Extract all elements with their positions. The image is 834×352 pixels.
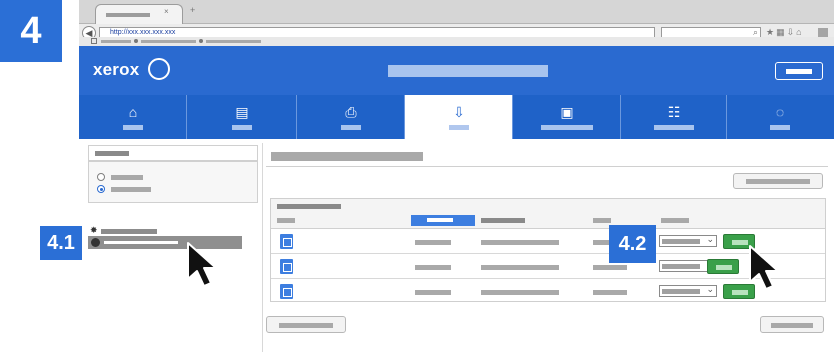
- xerox-logo-mark-icon: [148, 58, 170, 80]
- divider: [266, 166, 828, 167]
- mouse-cursor-icon: [749, 245, 779, 290]
- tab-home[interactable]: ⌂: [79, 95, 187, 139]
- device-title: [388, 65, 548, 77]
- button-label: [746, 179, 810, 184]
- panel-heading: [95, 151, 129, 156]
- panel-options: [88, 161, 258, 203]
- properties-icon: ☷: [667, 104, 681, 120]
- bookmark-icon[interactable]: [91, 38, 97, 44]
- gear-icon: ✸: [90, 225, 98, 235]
- address-book-icon: ▣: [560, 104, 574, 120]
- bookmarks-bar: [79, 37, 834, 46]
- tab-support[interactable]: ◌: [727, 95, 834, 139]
- bookmark-icon[interactable]: [199, 39, 203, 43]
- bookmark-label[interactable]: [206, 40, 261, 43]
- tab-label: [449, 125, 469, 130]
- column-header[interactable]: [661, 218, 689, 223]
- select-value: [662, 239, 700, 244]
- print-icon: ⎙: [345, 104, 357, 120]
- tab-label: [232, 125, 252, 130]
- column-header[interactable]: [277, 218, 295, 223]
- file-icon: [280, 234, 293, 249]
- bookmark-label[interactable]: [101, 40, 131, 43]
- scan-go-button[interactable]: [707, 259, 739, 274]
- radio-option-2[interactable]: [97, 185, 105, 193]
- tab-label: [770, 125, 790, 130]
- format-select[interactable]: ⌄: [659, 284, 717, 297]
- step-number-badge: 4: [0, 0, 62, 62]
- tab-close-icon[interactable]: ×: [164, 7, 169, 16]
- user-icon: [91, 238, 100, 247]
- browser-tab[interactable]: ×: [95, 4, 183, 25]
- login-button-label: [786, 69, 812, 74]
- cell-value: [481, 265, 559, 270]
- scan-icon: ⇩: [453, 104, 465, 120]
- tab-label: [654, 125, 694, 130]
- tab-properties[interactable]: ☷: [621, 95, 727, 139]
- home-icon: ⌂: [128, 104, 138, 120]
- button-label: [732, 240, 748, 245]
- cell-value: [415, 240, 451, 245]
- column-header-label: [427, 218, 453, 222]
- bottom-right-button[interactable]: [760, 316, 824, 333]
- file-icon: [280, 284, 293, 299]
- top-action-button[interactable]: [733, 173, 823, 189]
- cell-value: [481, 290, 559, 295]
- radio-label: [111, 175, 143, 180]
- support-icon: ◌: [775, 104, 785, 120]
- callout-4-2: 4.2: [609, 225, 656, 263]
- chevron-down-icon: ⌄: [706, 284, 714, 294]
- new-tab-icon[interactable]: +: [190, 5, 195, 15]
- tab-label: [341, 125, 361, 130]
- tab-label: [541, 125, 593, 130]
- bottom-left-button[interactable]: [266, 316, 346, 333]
- column-header[interactable]: [593, 218, 611, 223]
- radio-option-1[interactable]: [97, 173, 105, 181]
- cell-value: [593, 290, 627, 295]
- cell-value: [481, 240, 559, 245]
- column-header[interactable]: [481, 218, 525, 223]
- cell-value: [415, 265, 451, 270]
- xerox-logo: xerox: [93, 60, 140, 79]
- bookmark-label[interactable]: [141, 40, 196, 43]
- tab-title-placeholder: [106, 13, 150, 17]
- chevron-down-icon: ⌄: [706, 234, 714, 244]
- left-item-label: [104, 241, 178, 244]
- left-item-label[interactable]: [101, 229, 157, 234]
- cell-value: [415, 290, 451, 295]
- tab-print[interactable]: ⎙: [297, 95, 405, 139]
- format-select[interactable]: ⌄: [659, 234, 717, 247]
- button-label: [771, 323, 813, 328]
- bookmark-icon[interactable]: [134, 39, 138, 43]
- tab-scan[interactable]: ⇩: [405, 95, 513, 139]
- column-header-sorted[interactable]: [411, 215, 475, 226]
- tab-address-book[interactable]: ▣: [513, 95, 621, 139]
- select-value: [662, 264, 700, 269]
- button-label: [279, 323, 333, 328]
- table-row[interactable]: ⌄: [271, 255, 825, 279]
- jobs-icon: ▤: [235, 104, 249, 120]
- button-label: [716, 265, 732, 270]
- table-row[interactable]: ⌄: [271, 280, 825, 304]
- tab-jobs[interactable]: ▤: [187, 95, 297, 139]
- button-label: [732, 290, 748, 295]
- table-title: [277, 204, 341, 209]
- select-value: [662, 289, 700, 294]
- table-row[interactable]: ⌄: [271, 230, 825, 254]
- panel-section-header: [88, 145, 258, 161]
- table-header: [271, 199, 825, 229]
- radio-label: [111, 187, 151, 192]
- callout-4-1: 4.1: [40, 226, 82, 260]
- page-title: [271, 152, 423, 161]
- mouse-cursor-icon: [187, 242, 217, 287]
- tab-label: [123, 125, 143, 130]
- cell-value: [593, 265, 627, 270]
- file-icon: [280, 259, 293, 274]
